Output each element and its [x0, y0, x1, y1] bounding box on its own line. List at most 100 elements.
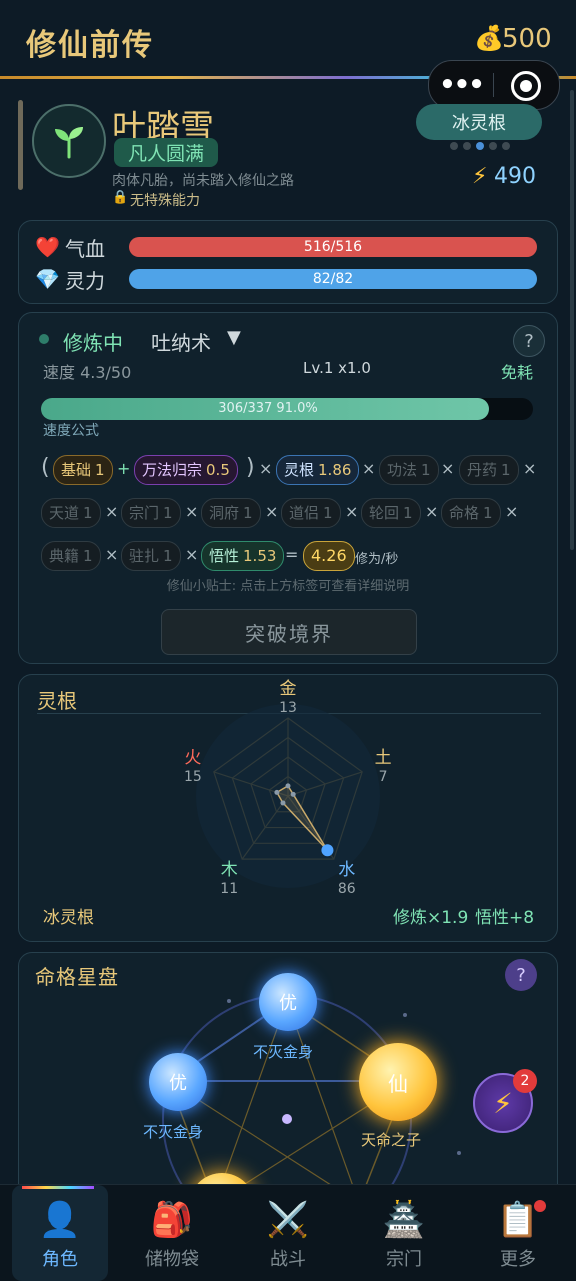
spirit-root-panel: 灵根 金 13 土 7 水 86 木 11 火 15 冰灵根 修炼×1.9 悟性+8	[18, 674, 558, 942]
spirit-root-radar: 金13 土7 水86 木11 火15	[184, 679, 392, 897]
destiny-orb[interactable]: 仙	[359, 1043, 437, 1121]
tab-role[interactable]: 👤 角色	[12, 1185, 108, 1281]
radar-point-2	[321, 844, 334, 857]
breakthrough-button[interactable]: 突破境界	[161, 609, 417, 655]
notification-badge: 2	[513, 1069, 537, 1093]
star-disk-panel: 命格星盘 ? 优 不灭金身 优 不灭金身 仙 天命之子 ⚡ 2	[18, 952, 558, 1214]
page-dot-active	[476, 142, 484, 150]
tab-battle[interactable]: ⚔️ 战斗	[240, 1185, 336, 1281]
character-description: 肉体凡胎，尚未踏入修仙之路	[112, 173, 294, 189]
paren-close: )	[246, 455, 255, 480]
tab-storage[interactable]: 🎒 储物袋	[124, 1185, 220, 1281]
page-dots	[450, 142, 510, 150]
tab-label: 更多	[500, 1249, 536, 1270]
mp-label: 灵力	[65, 269, 105, 293]
special-ability: 无特殊能力	[130, 193, 200, 209]
tab-more[interactable]: 📋 更多	[470, 1185, 566, 1281]
hp-value: 516/516	[303, 239, 363, 255]
times-sign: ×	[362, 459, 376, 478]
times-sign: ×	[505, 502, 519, 521]
tab-active-indicator	[22, 1186, 94, 1189]
method-select[interactable]: 吐纳术	[151, 327, 211, 356]
tab-sect[interactable]: 🏯 宗门	[356, 1185, 452, 1281]
radar-element-name: 金	[280, 679, 297, 699]
cultivation-panel: 修炼中 吐纳术 ▼ ? 速度 4.3/50 Lv.1 x1.0 免耗 306/3…	[18, 312, 558, 664]
radar-point-4	[274, 789, 280, 795]
times-sign: ×	[185, 545, 199, 564]
speed-text: 速度 4.3/50	[43, 363, 132, 382]
clipboard-icon: 📋	[496, 1200, 540, 1240]
sprout-icon	[55, 127, 83, 159]
equals-sign: =	[285, 545, 299, 564]
factor-chip-dongfu[interactable]: 洞府 1	[201, 498, 261, 528]
scrollbar[interactable]	[570, 90, 574, 550]
tab-label: 战斗	[270, 1249, 306, 1270]
destiny-orb[interactable]: 优	[149, 1053, 207, 1111]
speed-result[interactable]: 4.26	[303, 541, 355, 571]
vitals-panel: ❤️ 气血 516/516 💎 灵力 82/82	[18, 220, 558, 304]
factor-chip-tiandao[interactable]: 天道 1	[41, 498, 101, 528]
page-dot	[489, 142, 497, 150]
factor-chip-gongfa[interactable]: 功法 1	[379, 455, 439, 485]
radar-point-1	[290, 791, 296, 797]
diamond-icon: 💎	[35, 267, 60, 291]
radar-element-value: 7	[379, 769, 388, 785]
times-sign: ×	[259, 459, 273, 478]
factor-chip-wanfa[interactable]: 万法归宗 0.5	[134, 455, 238, 485]
chevron-down-icon[interactable]: ▼	[227, 327, 241, 348]
radar-point-3	[280, 800, 286, 806]
factor-chip-zhuzha[interactable]: 驻扎 1	[121, 541, 181, 571]
tab-label: 宗门	[386, 1249, 422, 1270]
factor-chip-wuxing[interactable]: 悟性 1.53	[201, 541, 285, 571]
mp-bar: 82/82	[129, 269, 537, 289]
spirit-root-badge[interactable]: 冰灵根	[416, 104, 542, 140]
radar-element-name: 土	[375, 748, 392, 768]
backpack-icon: 🎒	[150, 1200, 194, 1240]
times-sign: ×	[105, 545, 119, 564]
realm-badge: 凡人圆满	[114, 138, 219, 167]
factor-chip-root[interactable]: 灵根 1.86	[276, 455, 360, 485]
radar-element-name: 木	[221, 860, 238, 880]
factor-chip-zongmen[interactable]: 宗门 1	[121, 498, 181, 528]
money-bag-icon: 💰	[474, 24, 504, 52]
destiny-label: 不灭金身	[253, 1043, 314, 1061]
destiny-label: 天命之子	[361, 1131, 422, 1149]
cultivate-bonus: 修炼×1.9	[393, 908, 469, 928]
tab-label: 储物袋	[145, 1249, 199, 1270]
power-value: 490	[494, 164, 536, 189]
character-card: 叶踏雪 凡人圆满 肉体凡胎，尚未踏入修仙之路 🔒 无特殊能力 冰灵根 ⚡ 490	[18, 92, 558, 210]
cultivation-status: 修炼中	[63, 331, 123, 355]
speed-unit: 修为/秒	[355, 552, 399, 567]
radar-element-value: 15	[184, 769, 202, 785]
app-title: 修仙前传	[26, 28, 154, 63]
radar-element-name: 火	[184, 748, 201, 768]
factor-chip-lunhui[interactable]: 轮回 1	[361, 498, 421, 528]
destiny-label: 不灭金身	[143, 1123, 204, 1141]
radar-element-value: 11	[220, 881, 238, 897]
times-sign: ×	[425, 502, 439, 521]
avatar[interactable]	[32, 104, 106, 178]
help-button[interactable]: ?	[513, 325, 545, 357]
radar-point-0	[285, 783, 291, 789]
temple-icon: 🏯	[382, 1200, 426, 1240]
notification-dot	[534, 1200, 546, 1212]
cost-text: 免耗	[501, 363, 534, 382]
status-dot	[39, 334, 49, 344]
formula-label[interactable]: 速度公式	[43, 420, 99, 440]
factor-chip-dianji[interactable]: 典籍 1	[41, 541, 101, 571]
lock-icon: 🔒	[112, 190, 129, 205]
tip-text: 修仙小贴士: 点击上方标签可查看详细说明	[166, 579, 410, 594]
mp-value: 82/82	[312, 271, 354, 287]
hp-bar: 516/516	[129, 237, 537, 257]
factor-chip-daolv[interactable]: 道侣 1	[281, 498, 341, 528]
factor-chip-mingge[interactable]: 命格 1	[441, 498, 501, 528]
factor-chip-base[interactable]: 基础 1	[53, 455, 113, 485]
spirit-root-name: 冰灵根	[43, 908, 94, 928]
destiny-orb[interactable]: 优	[259, 973, 317, 1031]
factor-chip-danyao[interactable]: 丹药 1	[459, 455, 519, 485]
wuxing-bonus: 悟性+8	[475, 908, 535, 928]
radar-element-value: 86	[338, 881, 356, 897]
progress-text: 306/337 91.0%	[218, 401, 318, 416]
times-sign: ×	[265, 502, 279, 521]
lightning-icon: ⚡	[472, 164, 488, 189]
